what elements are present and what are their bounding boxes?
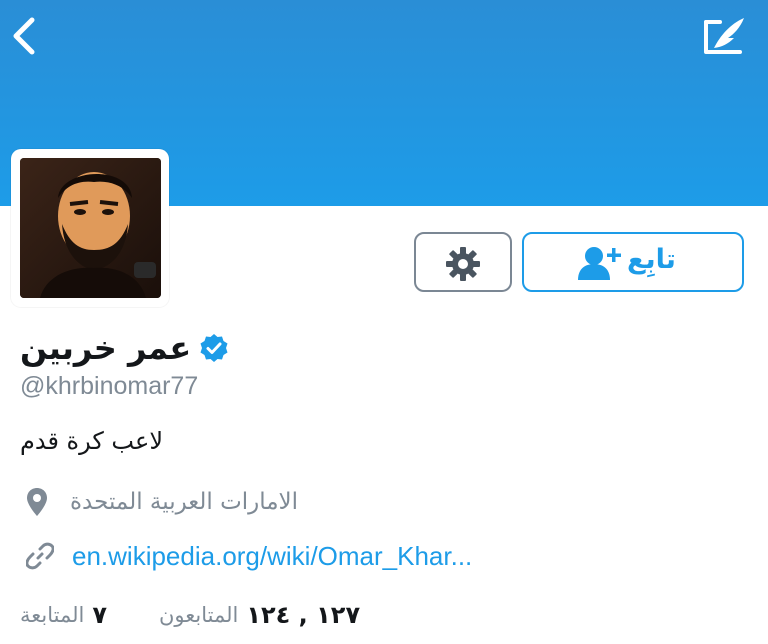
compose-tweet-button[interactable]	[700, 14, 748, 58]
followers-stat[interactable]: ١٢٧ , ١٢٤ المتابعون	[159, 601, 360, 629]
following-count: ٧	[92, 601, 107, 629]
website-row: en.wikipedia.org/wiki/Omar_Khar...	[26, 537, 472, 575]
settings-button[interactable]	[414, 232, 512, 292]
avatar-image	[20, 158, 161, 298]
profile-page: تابِع عمر خربين @khrbinomar77 لاعب كرة ق…	[0, 0, 768, 644]
add-user-icon	[578, 247, 621, 280]
following-label: المتابعة	[20, 603, 85, 627]
location-pin-icon	[27, 488, 47, 516]
follow-button[interactable]: تابِع	[522, 232, 744, 292]
display-name: عمر خربين	[20, 329, 192, 367]
following-stat[interactable]: ٧ المتابعة	[20, 601, 107, 629]
follow-button-label: تابِع	[627, 244, 676, 275]
followers-label: المتابعون	[159, 603, 239, 627]
back-button[interactable]	[6, 14, 42, 58]
profile-location: الامارات العربية المتحدة	[70, 489, 299, 515]
verified-badge-icon	[200, 334, 228, 362]
profile-website-link[interactable]: en.wikipedia.org/wiki/Omar_Khar...	[72, 541, 472, 572]
profile-bio: لاعب كرة قدم	[20, 427, 164, 455]
gear-icon	[446, 247, 480, 281]
stats-row: ٧ المتابعة ١٢٧ , ١٢٤ المتابعون	[20, 596, 360, 634]
location-row: الامارات العربية المتحدة	[26, 484, 298, 520]
followers-count: ١٢٧ , ١٢٤	[246, 601, 361, 629]
link-icon	[26, 542, 54, 570]
chevron-left-icon	[13, 17, 35, 55]
compose-tweet-icon	[704, 18, 744, 54]
avatar[interactable]	[20, 158, 161, 298]
profile-handle: @khrbinomar77	[20, 372, 199, 400]
name-row: عمر خربين	[20, 326, 229, 370]
